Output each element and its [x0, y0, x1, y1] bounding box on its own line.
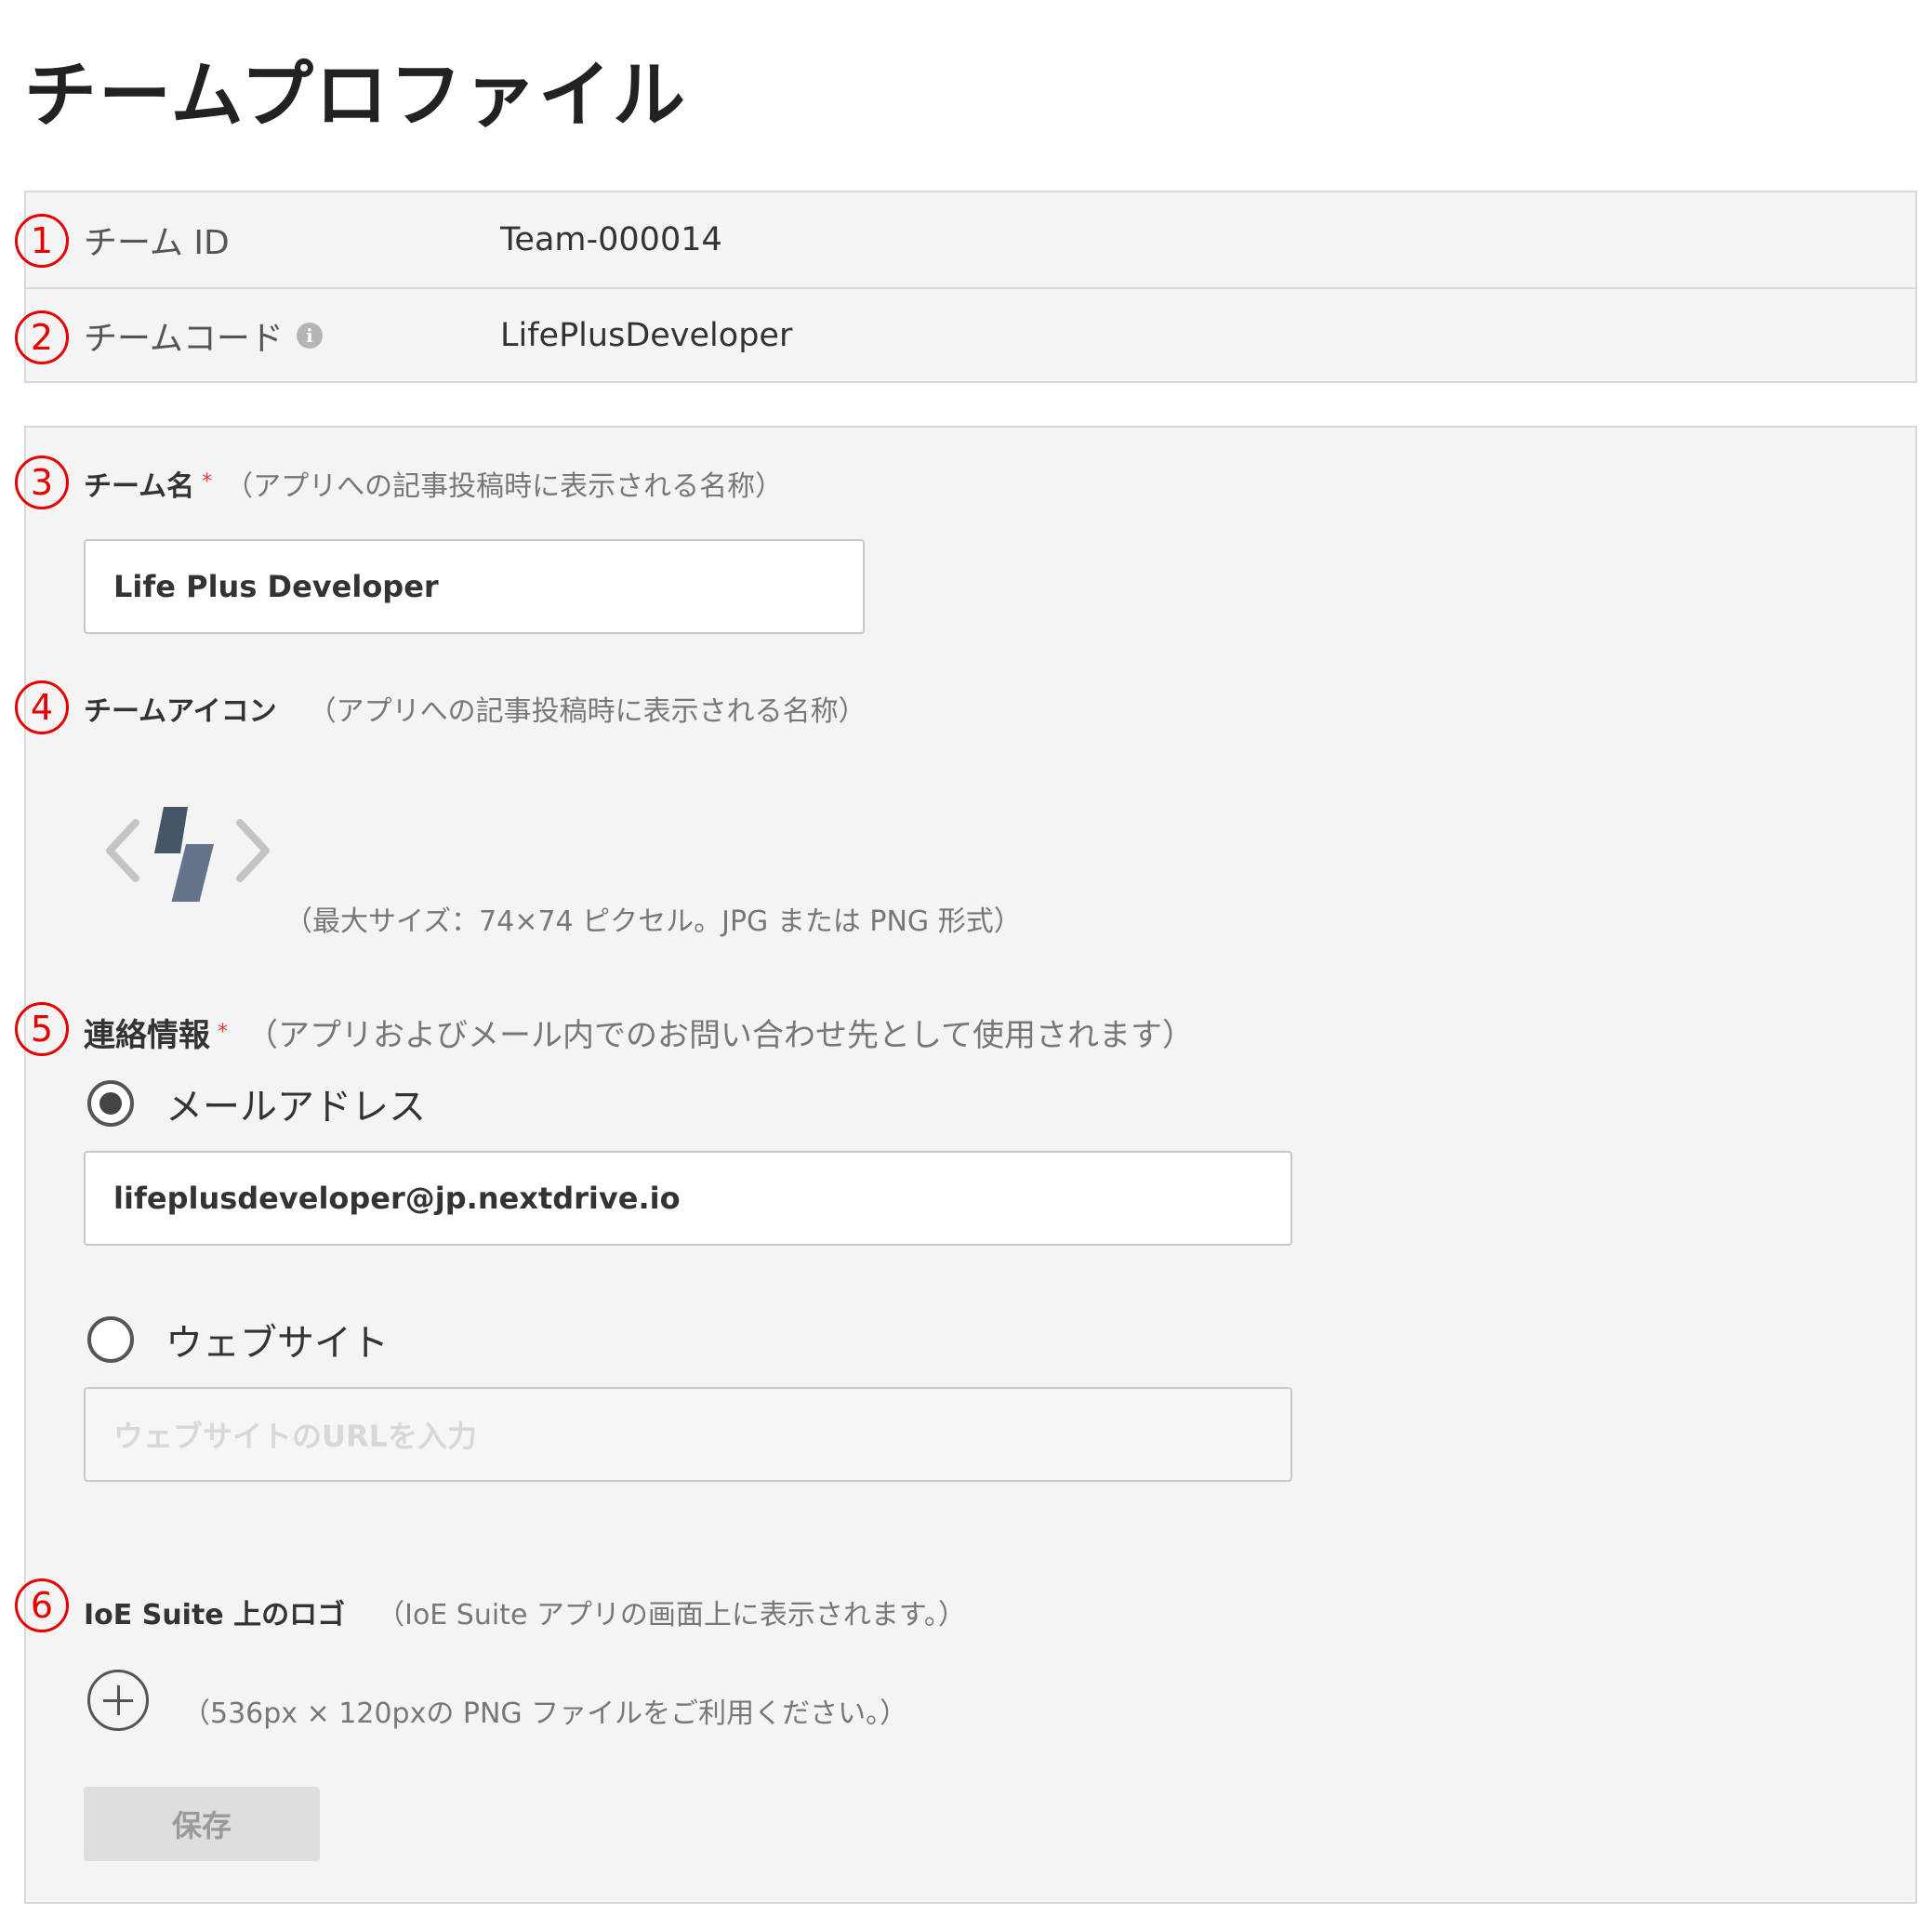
contact-label-row: 連絡情報 * （アプリおよびメール内でのお問い合わせ先として使用されます）	[84, 1010, 1194, 1055]
annotation-marker-1: 1	[15, 214, 69, 268]
required-mark: *	[218, 1021, 228, 1044]
team-name-hint: （アプリへの記事投稿時に表示される名称）	[225, 470, 784, 503]
website-option-label: ウェブサイト	[165, 1322, 389, 1365]
team-info-panel: チーム ID Team-000014 チームコード i LifePlusDeve…	[24, 191, 1917, 383]
team-id-label: チーム ID	[84, 224, 230, 262]
page-title: チームプロファイル	[24, 54, 687, 138]
website-option[interactable]: ウェブサイト	[87, 1313, 389, 1367]
website-input[interactable]: ウェブサイトのURLを入力	[84, 1387, 1292, 1482]
email-input[interactable]: lifeplusdeveloper@jp.nextdrive.io	[84, 1151, 1292, 1246]
team-name-label: チーム名	[84, 470, 195, 503]
email-option[interactable]: メールアドレス	[87, 1076, 426, 1130]
logo-label-row: IoE Suite 上のロゴ （IoE Suite アプリの画面上に表示されます…	[84, 1591, 966, 1632]
team-icon-label: チームアイコン	[84, 695, 277, 728]
required-mark: *	[202, 470, 213, 494]
logo-hint: （IoE Suite アプリの画面上に表示されます。）	[377, 1599, 966, 1631]
annotation-marker-6: 6	[15, 1578, 69, 1632]
website-radio[interactable]	[87, 1316, 134, 1363]
team-id-row: チーム ID Team-000014	[26, 192, 1915, 289]
add-logo-button[interactable]	[87, 1670, 149, 1731]
team-icon-label-row: チームアイコン （アプリへの記事投稿時に表示される名称）	[84, 688, 867, 729]
annotation-marker-3: 3	[15, 456, 69, 509]
team-code-label: チームコード	[84, 320, 284, 358]
team-profile-form: チーム名 * （アプリへの記事投稿時に表示される名称） Life Plus De…	[24, 426, 1917, 1904]
annotation-marker-2: 2	[15, 310, 69, 364]
email-option-label: メールアドレス	[165, 1086, 426, 1129]
logo-size-hint: （536px × 120pxの PNG ファイルをご利用ください。）	[182, 1697, 908, 1730]
info-icon[interactable]: i	[296, 323, 323, 349]
annotation-marker-4: 4	[15, 680, 69, 734]
save-button[interactable]: 保存	[84, 1787, 320, 1861]
contact-label: 連絡情報	[84, 1017, 210, 1054]
annotation-marker-5: 5	[15, 1002, 69, 1056]
email-radio[interactable]	[87, 1080, 134, 1127]
team-name-label-row: チーム名 * （アプリへの記事投稿時に表示される名称）	[84, 463, 783, 504]
team-icon-size-hint: （最大サイズ：74×74 ピクセル。JPG または PNG 形式）	[285, 905, 1022, 938]
team-icon-hint: （アプリへの記事投稿時に表示される名称）	[308, 695, 867, 728]
team-code-label-wrap: チームコード i	[84, 311, 323, 360]
code-bolt-icon[interactable]	[99, 799, 285, 902]
team-id-value: Team-000014	[500, 221, 722, 258]
team-code-row: チームコード i LifePlusDeveloper	[26, 288, 1915, 383]
logo-label: IoE Suite 上のロゴ	[84, 1599, 346, 1631]
contact-hint: （アプリおよびメール内でのお問い合わせ先として使用されます）	[246, 1017, 1194, 1054]
team-code-value: LifePlusDeveloper	[500, 317, 793, 354]
team-name-input[interactable]: Life Plus Developer	[84, 539, 865, 634]
